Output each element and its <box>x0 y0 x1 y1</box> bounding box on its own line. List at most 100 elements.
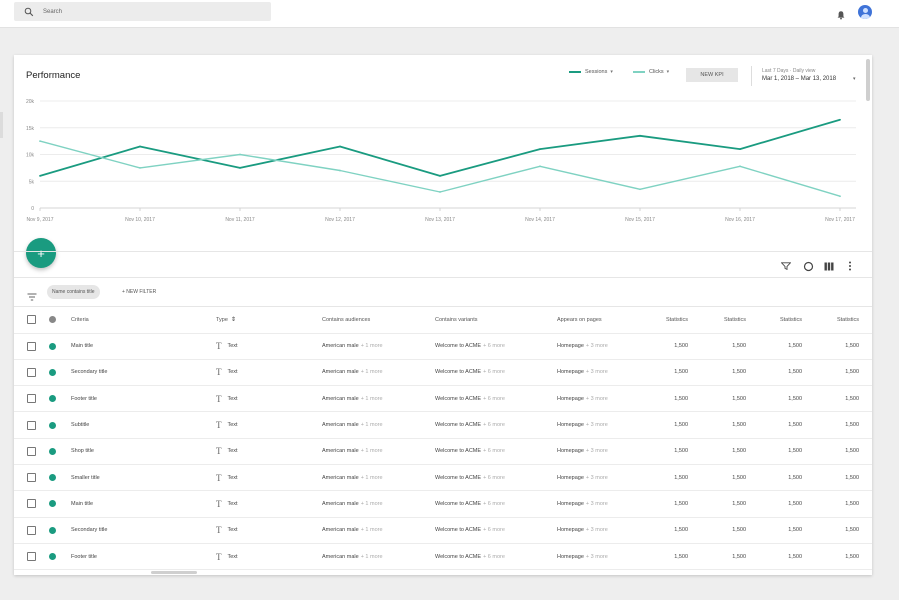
column-header-audiences[interactable]: Contains audiences <box>322 307 370 333</box>
pages-cell[interactable]: Homepage + 3 more <box>557 334 608 359</box>
row-checkbox[interactable] <box>27 525 36 535</box>
criteria-cell[interactable]: Secondary title <box>71 360 107 385</box>
statistics-cell: 1,500 <box>732 500 746 507</box>
column-header-statistics-2[interactable]: Statistics <box>704 307 746 333</box>
text-type-icon: T <box>216 551 222 562</box>
table-row[interactable]: Subtitle T Text American male + 1 more Welcom… <box>14 412 872 439</box>
column-header-criteria[interactable]: Criteria <box>71 307 89 333</box>
variants-cell[interactable]: Welcome to ACME + 6 more <box>435 465 505 490</box>
row-checkbox[interactable] <box>27 420 36 430</box>
row-checkbox[interactable] <box>27 446 36 456</box>
statistics-cell: 1,500 <box>845 527 859 534</box>
sort-icon[interactable]: ⇕ <box>231 316 236 323</box>
series-line-clicks <box>39 140 841 197</box>
criteria-cell[interactable]: Secondary title <box>71 518 107 543</box>
column-header-pages[interactable]: Appears on pages <box>557 307 602 333</box>
column-header-type[interactable]: Type ⇕ <box>216 307 236 333</box>
pages-cell[interactable]: Homepage + 3 more <box>557 465 608 490</box>
more-vert-icon[interactable] <box>844 260 856 272</box>
bell-icon[interactable] <box>836 7 846 20</box>
variants-cell[interactable]: Welcome to ACME + 6 more <box>435 518 505 543</box>
variants-cell[interactable]: Welcome to ACME + 6 more <box>435 360 505 385</box>
new-kpi-button[interactable]: NEW KPI <box>686 68 738 82</box>
table-row[interactable]: Shop title T Text American male + 1 more Welc… <box>14 439 872 465</box>
statistics-cell: 1,500 <box>788 395 802 402</box>
audiences-cell[interactable]: American male + 1 more <box>322 439 383 464</box>
row-checkbox[interactable] <box>27 473 36 483</box>
x-tick-label: Nov 13, 2017 <box>425 217 455 223</box>
table-row[interactable]: Footer title T Text American male + 1 more We… <box>14 544 872 571</box>
variants-cell[interactable]: Welcome to ACME + 6 more <box>435 544 505 569</box>
table-row[interactable]: Secondary title T Text American male + 1 mor… <box>14 360 872 387</box>
add-button[interactable]: + <box>26 238 56 268</box>
criteria-cell[interactable]: Smaller title <box>71 465 100 490</box>
pages-cell[interactable]: Homepage + 3 more <box>557 386 608 411</box>
table-row[interactable]: Main title T Text American male + 1 more Welc… <box>14 491 872 518</box>
pages-cell[interactable]: Homepage + 3 more <box>557 439 608 464</box>
pages-cell[interactable]: Homepage + 3 more <box>557 491 608 516</box>
pages-cell[interactable]: Homepage + 3 more <box>557 412 608 437</box>
filter-chip[interactable]: Name contains title <box>47 285 100 299</box>
status-dot <box>49 474 56 482</box>
data-point-clicks <box>739 165 741 168</box>
row-checkbox[interactable] <box>27 341 36 351</box>
add-filter-button[interactable]: + NEW FILTER <box>122 289 156 295</box>
pages-cell[interactable]: Homepage + 3 more <box>557 360 608 385</box>
criteria-cell[interactable]: Shop title <box>71 439 94 464</box>
audiences-cell[interactable]: American male + 1 more <box>322 465 383 490</box>
column-header-statistics-1[interactable]: Statistics <box>646 307 688 333</box>
criteria-cell[interactable]: Footer title <box>71 386 97 411</box>
criteria-cell[interactable]: Footer title <box>71 544 97 569</box>
audiences-cell[interactable]: American male + 1 more <box>322 334 383 359</box>
user-avatar-icon[interactable] <box>858 5 872 19</box>
y-tick-label: 20k <box>26 99 35 105</box>
variants-cell[interactable]: Welcome to ACME + 6 more <box>435 412 505 437</box>
search-bar[interactable]: Search <box>14 2 271 21</box>
date-range-selector[interactable]: Mar 1, 2018 – Mar 13, 2018 <box>762 76 836 82</box>
table-row[interactable]: Secondary title T Text American male + 1 mor… <box>14 518 872 544</box>
criteria-cell[interactable]: Subtitle <box>71 412 89 437</box>
legend-clicks[interactable]: Clicks ▾ <box>633 69 669 75</box>
status-dot <box>49 395 56 403</box>
row-checkbox[interactable] <box>27 367 36 377</box>
data-point-clicks <box>139 166 141 169</box>
statistics-cell: 1,500 <box>674 553 688 560</box>
criteria-cell[interactable]: Main title <box>71 491 93 516</box>
data-point-sessions <box>839 118 841 121</box>
refresh-icon[interactable] <box>802 260 814 272</box>
pages-cell[interactable]: Homepage + 3 more <box>557 518 608 543</box>
filter-icon[interactable] <box>27 288 37 301</box>
column-header-variants[interactable]: Contains variants <box>435 307 478 333</box>
search-input[interactable]: Search <box>43 9 62 15</box>
chevron-down-icon[interactable]: ▾ <box>853 76 856 82</box>
audiences-cell[interactable]: American male + 1 more <box>322 491 383 516</box>
variants-cell[interactable]: Welcome to ACME + 6 more <box>435 439 505 464</box>
columns-icon[interactable] <box>823 260 835 272</box>
row-checkbox[interactable] <box>27 552 36 562</box>
variants-cell[interactable]: Welcome to ACME + 6 more <box>435 386 505 411</box>
legend-sessions[interactable]: Sessions ▾ <box>569 69 613 75</box>
pages-cell[interactable]: Homepage + 3 more <box>557 544 608 569</box>
audiences-cell[interactable]: American male + 1 more <box>322 386 383 411</box>
table-row[interactable]: Main title T Text American male + 1 more Welc… <box>14 334 872 360</box>
audiences-cell[interactable]: American male + 1 more <box>322 518 383 543</box>
audiences-cell[interactable]: American male + 1 more <box>322 360 383 385</box>
x-tick-label: Nov 12, 2017 <box>325 217 355 223</box>
data-point-sessions <box>439 175 441 177</box>
row-checkbox[interactable] <box>27 499 36 509</box>
filter-icon[interactable] <box>780 260 792 272</box>
horizontal-scrollbar[interactable] <box>151 571 197 574</box>
x-tick-label: Nov 11, 2017 <box>225 217 255 223</box>
column-header-statistics-4[interactable]: Statistics <box>817 307 859 333</box>
divider <box>14 277 872 278</box>
row-checkbox[interactable] <box>27 394 36 404</box>
column-header-statistics-3[interactable]: Statistics <box>760 307 802 333</box>
table-row[interactable]: Footer title T Text American male + 1 more We… <box>14 386 872 413</box>
audiences-cell[interactable]: American male + 1 more <box>322 412 383 437</box>
criteria-cell[interactable]: Main title <box>71 334 93 359</box>
select-all-checkbox[interactable] <box>27 315 36 325</box>
table-row[interactable]: Smaller title T Text American male + 1 more W… <box>14 465 872 492</box>
variants-cell[interactable]: Welcome to ACME + 6 more <box>435 491 505 516</box>
audiences-cell[interactable]: American male + 1 more <box>322 544 383 569</box>
variants-cell[interactable]: Welcome to ACME + 6 more <box>435 334 505 359</box>
